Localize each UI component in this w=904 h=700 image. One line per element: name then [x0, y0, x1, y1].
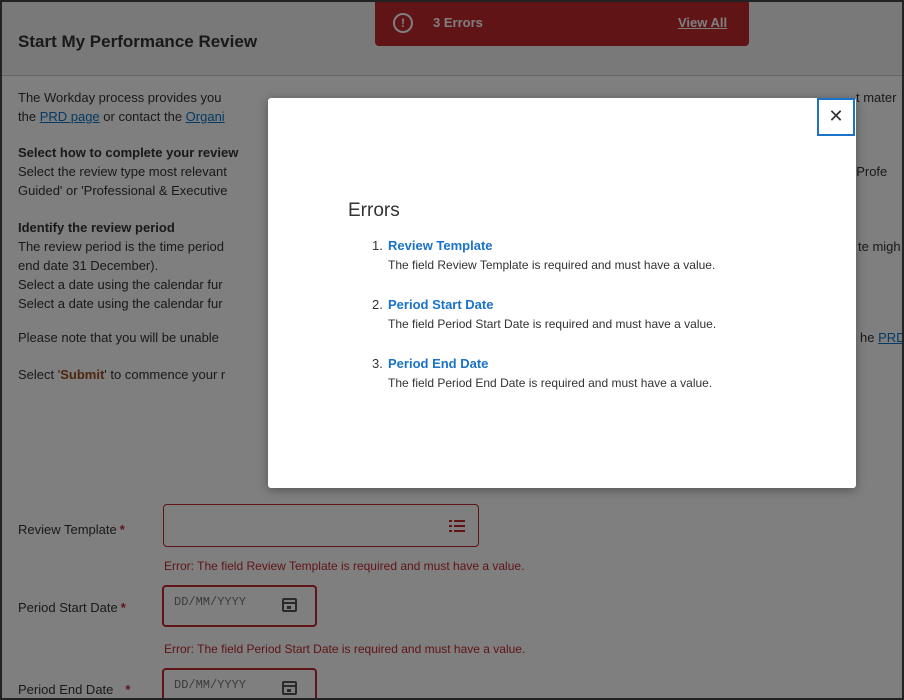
error-item: 1. Review Template The field Review Temp… [364, 238, 834, 278]
error-field-link[interactable]: Period Start Date [388, 297, 493, 312]
error-number: 1. [372, 238, 383, 253]
error-item: 2. Period Start Date The field Period St… [364, 297, 834, 337]
error-field-link[interactable]: Review Template [388, 238, 493, 253]
error-field-link[interactable]: Period End Date [388, 356, 488, 371]
error-number: 3. [372, 356, 383, 371]
error-item: 3. Period End Date The field Period End … [364, 356, 834, 396]
error-message: The field Review Template is required an… [388, 258, 716, 272]
error-message: The field Period End Date is required an… [388, 376, 713, 390]
dialog-title: Errors [348, 200, 400, 221]
close-icon[interactable]: ✕ [817, 98, 855, 136]
error-number: 2. [372, 297, 383, 312]
error-message: The field Period Start Date is required … [388, 317, 717, 331]
errors-dialog: ✕ Errors 1. Review Template The field Re… [268, 98, 856, 488]
page-frame: Start My Performance Review ! 3 Errors V… [0, 0, 904, 700]
